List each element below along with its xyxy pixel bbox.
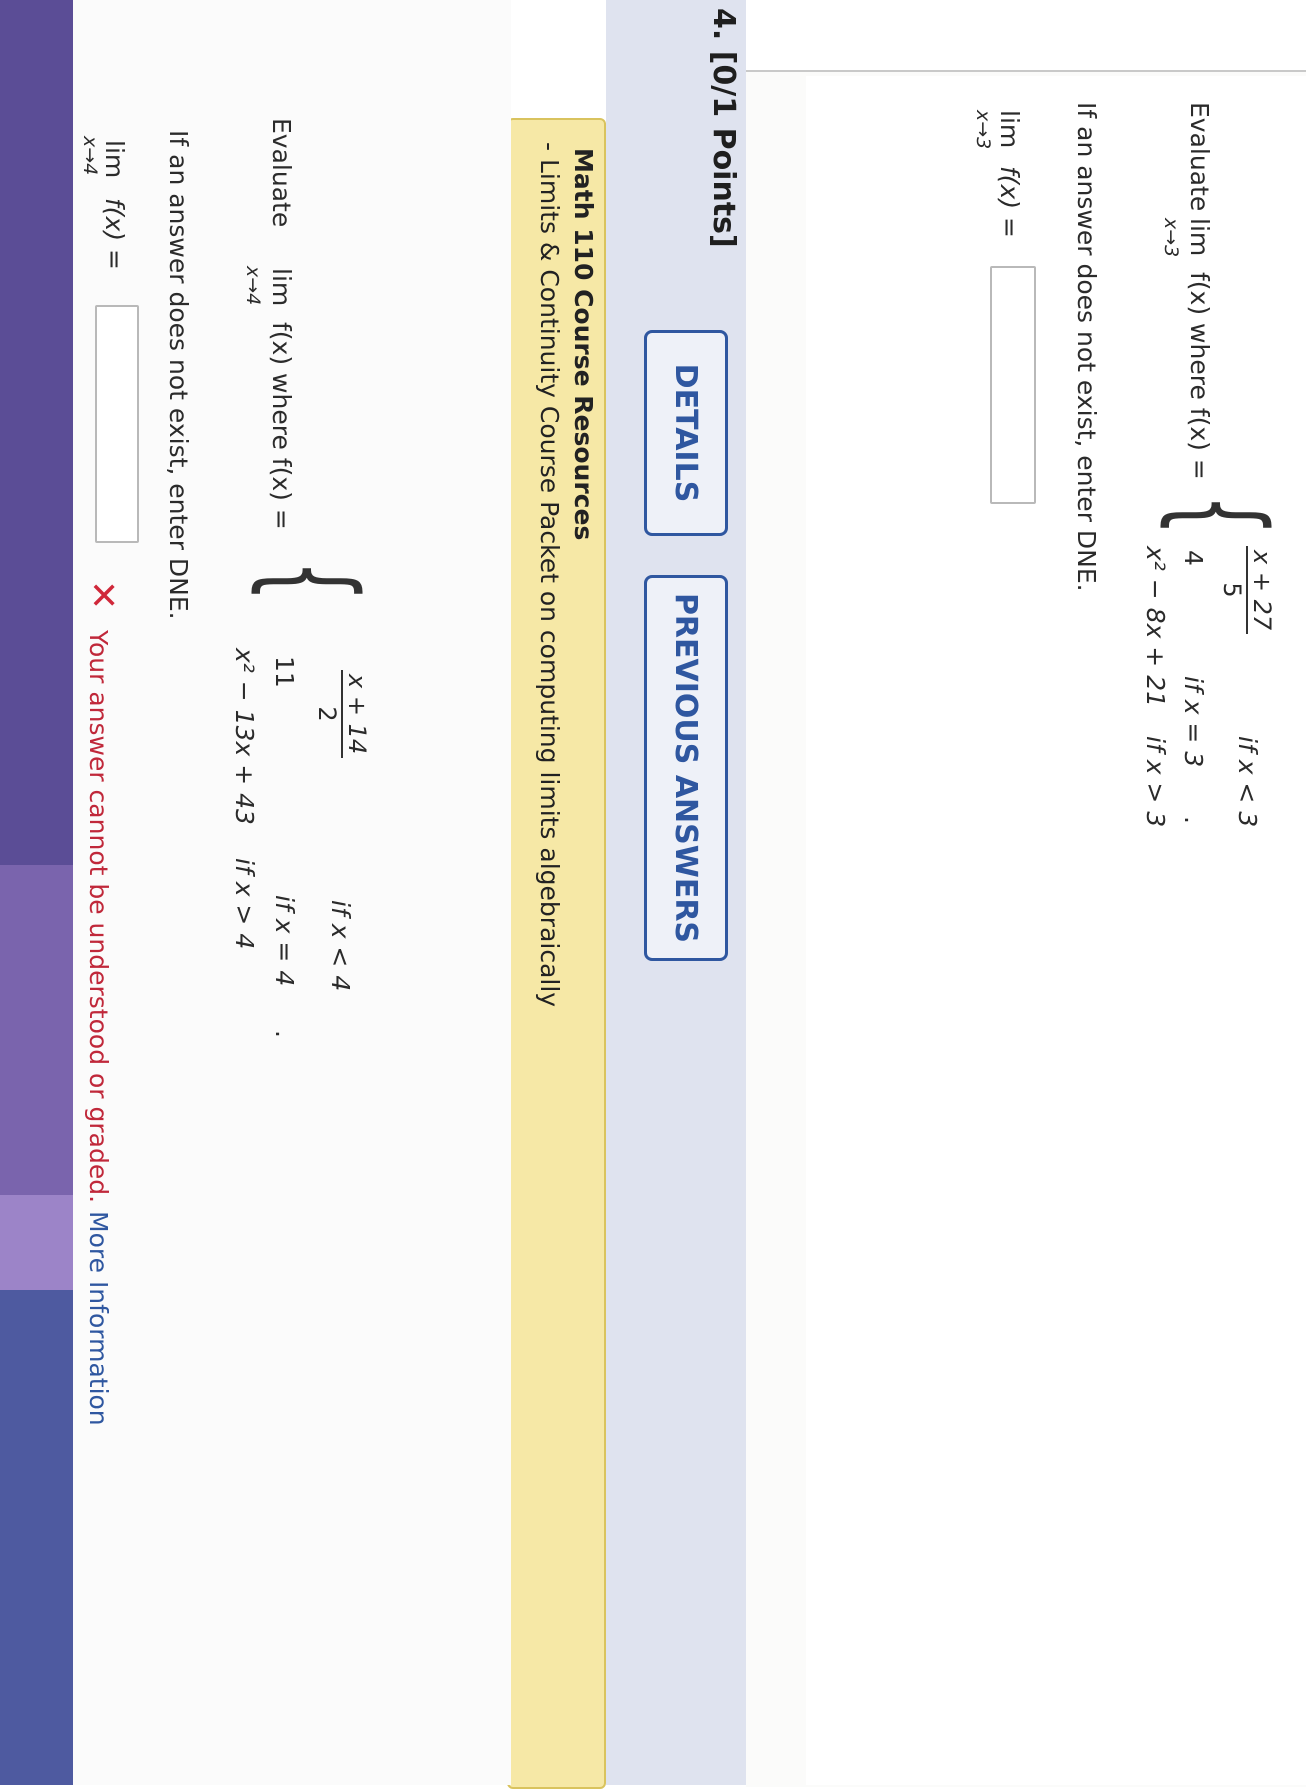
q3-function-def: f(x) where f(x) = xyxy=(1185,272,1214,480)
q4-title: 4. [0/1 Points] xyxy=(706,8,741,248)
q4-case1-numerator: x + 14 xyxy=(341,670,371,759)
q3-case2-condition: if x = 3 xyxy=(1179,676,1208,768)
previous-answers-button[interactable]: PREVIOUS ANSWERS xyxy=(644,575,728,961)
q3-lim-subscript: x→3 xyxy=(1160,218,1182,258)
q3-piecewise-brace: { xyxy=(1151,494,1290,536)
resources-title: Math 110 Course Resources xyxy=(569,148,598,541)
details-button[interactable]: DETAILS xyxy=(644,330,728,536)
error-message: Your answer cannot be understood or grad… xyxy=(84,630,113,1426)
error-x-icon: ✕ xyxy=(82,580,123,611)
q4-case1-fraction: x + 14 2 xyxy=(313,670,371,759)
q3-answer-input[interactable] xyxy=(990,266,1036,504)
q4-answer-subscript: x→4 xyxy=(79,136,101,176)
q4-piecewise-brace: { xyxy=(242,560,381,602)
q4-answer-lim: lim xyxy=(100,140,129,179)
q4-answer-input[interactable] xyxy=(95,305,139,543)
q3-period: . xyxy=(1179,816,1208,824)
q3-answer-fx: f(x) = xyxy=(995,166,1024,238)
sidebar-strip xyxy=(0,0,73,1785)
course-resources-box: Math 110 Course Resources - Limits & Con… xyxy=(507,118,606,1789)
q3-case1-numerator: x + 27 xyxy=(1246,546,1276,635)
question-3-content: Evaluate lim x→3 f(x) where f(x) = { x +… xyxy=(806,76,1306,1785)
q3-case1-denominator: 5 xyxy=(1218,582,1246,598)
q3-case3-expr: x² − 8x + 21 xyxy=(1141,546,1170,708)
q3-case1-condition: if x < 3 xyxy=(1233,736,1262,828)
q3-answer-lim: lim xyxy=(995,110,1024,149)
q4-case2-condition: if x = 4 xyxy=(270,895,299,987)
q4-answer-fx: f(x) = xyxy=(100,198,129,270)
q4-period: . xyxy=(270,1030,299,1038)
q4-lim-subscript: x→4 xyxy=(242,266,264,306)
q4-case1-condition: if x < 4 xyxy=(326,900,355,992)
resources-link[interactable]: - Limits & Continuity Course Packet on c… xyxy=(535,142,564,1007)
q4-case1-denominator: 2 xyxy=(313,706,341,722)
q3-case3-condition: if x > 3 xyxy=(1141,736,1170,828)
q4-dne-note: If an answer does not exist, enter DNE. xyxy=(164,130,193,620)
more-information-link[interactable]: More Information xyxy=(84,1211,113,1426)
q4-case3-condition: if x > 4 xyxy=(230,858,259,950)
q3-case1-fraction: x + 27 5 xyxy=(1218,546,1276,635)
q3-evaluate-label: Evaluate xyxy=(1185,102,1214,212)
q4-evaluate-label: Evaluate xyxy=(267,118,296,228)
q3-lim: lim xyxy=(1185,218,1214,257)
q3-case2-expr: 4 xyxy=(1179,550,1208,566)
question-4-content: Evaluate lim x→4 f(x) where f(x) = { x +… xyxy=(73,0,511,1785)
q3-dne-note: If an answer does not exist, enter DNE. xyxy=(1072,102,1101,592)
sidebar-segment xyxy=(0,1195,73,1290)
sidebar-segment xyxy=(0,865,73,1195)
sidebar-segment xyxy=(0,1290,73,1785)
q4-case2-expr: 11 xyxy=(270,656,299,688)
error-text: Your answer cannot be understood or grad… xyxy=(84,630,113,1204)
page: Evaluate lim x→3 f(x) where f(x) = { x +… xyxy=(0,0,1306,1789)
q3-answer-subscript: x→3 xyxy=(972,110,994,150)
q4-function-def: f(x) where f(x) = xyxy=(267,322,296,530)
q4-case3-expr: x² − 13x + 43 xyxy=(230,648,259,825)
q4-lim: lim xyxy=(267,268,296,307)
